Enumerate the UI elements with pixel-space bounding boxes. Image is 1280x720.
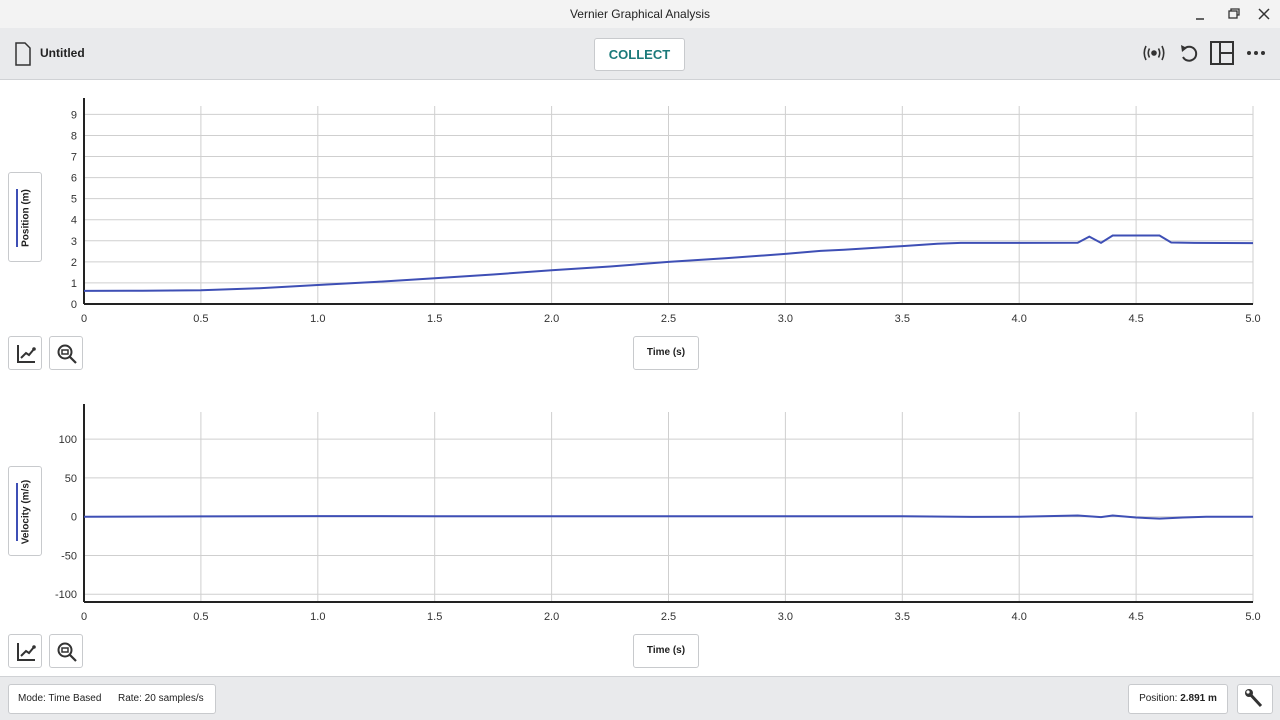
x-tick-label: 0	[81, 611, 87, 623]
layout-icon[interactable]	[1209, 40, 1235, 66]
x-tick-label: 4.0	[1012, 611, 1027, 623]
close-icon[interactable]	[1254, 4, 1274, 24]
rate-text: Rate: 20 samples/s	[118, 693, 204, 704]
minimize-icon[interactable]	[1190, 4, 1210, 24]
meter-value: 2.891 m	[1180, 693, 1217, 704]
position-graph[interactable]: 0 0.5 1.0 1.5 2.0 2.5 3.0 3.5 4.0 4.5 5.0 0 1 2 3 4 5 6 7 8…	[0, 98, 1280, 334]
x-tick-label: 4.5	[1128, 313, 1143, 325]
collection-mode-button[interactable]: Mode: Time Based Rate: 20 samples/s	[8, 684, 216, 714]
zoom-icon	[57, 344, 77, 364]
more-icon[interactable]	[1243, 40, 1269, 66]
x-tick-label: 3.0	[778, 313, 793, 325]
x-tick-label: 1.0	[310, 313, 325, 325]
x-tick-label: 4.0	[1012, 313, 1027, 325]
y-tick-label: 9	[71, 109, 77, 121]
graph-options-button[interactable]	[8, 634, 42, 668]
y-tick-label: 5	[71, 194, 77, 206]
position-meter[interactable]: Position: 2.891 m	[1128, 684, 1228, 714]
y-tick-label: 6	[71, 173, 77, 185]
graph-options-icon	[17, 643, 36, 661]
velocity-graph[interactable]: 0 0.5 1.0 1.5 2.0 2.5 3.0 3.5 4.0 4.5 5.0 -100 -50 0 5…	[0, 396, 1280, 632]
x-tick-label: 5.0	[1245, 313, 1260, 325]
y-tick-label: 100	[59, 434, 77, 446]
y-tick-label: 4	[71, 215, 77, 227]
x-tick-label: 0	[81, 313, 87, 325]
graph-options-button[interactable]	[8, 336, 42, 370]
zoom-button[interactable]	[49, 634, 83, 668]
window-title: Vernier Graphical Analysis	[569, 7, 711, 21]
x-tick-label: 3.5	[895, 313, 910, 325]
x-tick-label: 1.5	[427, 611, 442, 623]
sensor-settings-button[interactable]	[1237, 684, 1273, 714]
x-tick-label: 3.5	[895, 611, 910, 623]
x-axis-label-button[interactable]: Time (s)	[633, 634, 699, 668]
x-tick-label: 0.5	[193, 313, 208, 325]
meter-label: Position:	[1139, 693, 1178, 704]
title-bar: Vernier Graphical Analysis	[0, 0, 1280, 28]
wrench-icon	[1245, 689, 1263, 708]
undo-icon[interactable]	[1176, 40, 1202, 66]
document-title[interactable]: Untitled	[40, 46, 85, 60]
x-axis-label-button[interactable]: Time (s)	[633, 336, 699, 370]
y-tick-label: 2	[71, 257, 77, 269]
collect-button[interactable]: COLLECT	[594, 38, 685, 71]
y-tick-label: 0	[71, 299, 77, 311]
x-tick-label: 2.0	[544, 611, 559, 623]
x-tick-label: 0.5	[193, 611, 208, 623]
sensor-broadcast-icon[interactable]	[1141, 40, 1167, 66]
document-icon[interactable]	[14, 42, 32, 66]
x-tick-label: 1.0	[310, 611, 325, 623]
x-tick-label: 5.0	[1245, 611, 1260, 623]
x-tick-label: 2.0	[544, 313, 559, 325]
restore-icon[interactable]	[1222, 4, 1242, 24]
x-tick-label: 1.5	[427, 313, 442, 325]
x-tick-label: 3.0	[778, 611, 793, 623]
mode-text: Mode: Time Based	[18, 693, 102, 704]
x-tick-label: 2.5	[661, 313, 676, 325]
graph-options-icon	[17, 345, 36, 363]
y-tick-label: -100	[55, 589, 77, 601]
zoom-button[interactable]	[49, 336, 83, 370]
x-tick-label: 4.5	[1128, 611, 1143, 623]
x-tick-label: 2.5	[661, 611, 676, 623]
y-tick-label: 3	[71, 236, 77, 248]
y-tick-label: 8	[71, 130, 77, 142]
y-tick-label: 1	[71, 278, 77, 290]
y-tick-label: 7	[71, 152, 77, 164]
y-tick-label: 50	[65, 473, 77, 485]
status-bar: Mode: Time Based Rate: 20 samples/s Posi…	[0, 676, 1280, 720]
y-tick-label: 0	[71, 512, 77, 524]
zoom-icon	[57, 642, 77, 662]
y-tick-label: -50	[61, 550, 77, 562]
toolbar: Untitled COLLECT	[0, 28, 1280, 80]
